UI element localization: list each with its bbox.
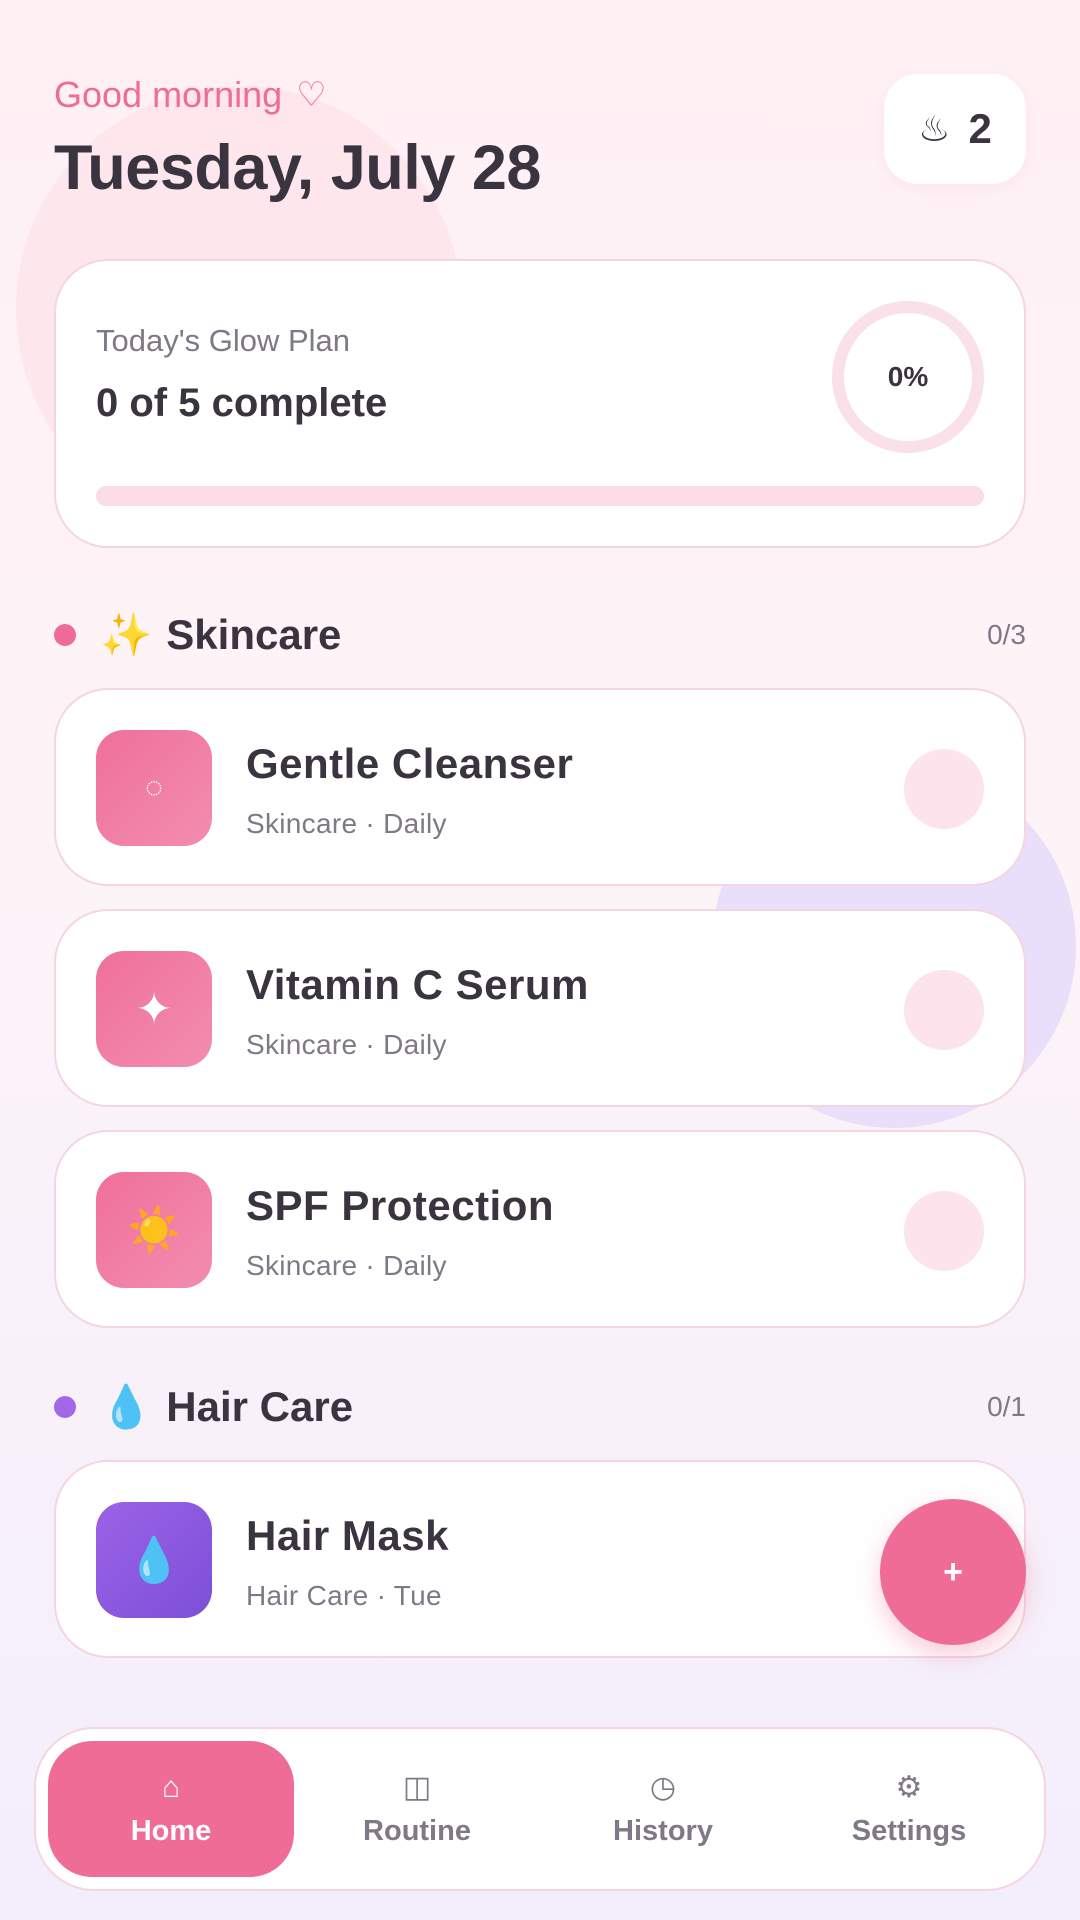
item-meta: Skincare · Daily bbox=[246, 1250, 447, 1281]
bubble-icon: ◌ bbox=[96, 730, 212, 846]
nav-label: History bbox=[613, 1814, 713, 1847]
complete-checkbox[interactable] bbox=[904, 1191, 984, 1271]
sparkles-icon: ✨ bbox=[100, 610, 153, 658]
routine-item-spf-protection[interactable]: ☀️ SPF Protection Skincare · Daily bbox=[54, 1130, 1026, 1328]
section-header-hair-care: 💧 Hair Care 0/1 bbox=[54, 1377, 1026, 1437]
progress-ring: 0% bbox=[832, 301, 984, 453]
home-icon: ⌂ bbox=[161, 1770, 181, 1804]
droplet-icon: 💧 bbox=[100, 1382, 153, 1430]
steam-icon: ♨ bbox=[918, 108, 951, 149]
section-dot bbox=[54, 624, 76, 646]
routine-item-vitamin-c-serum[interactable]: ✦ Vitamin C Serum Skincare · Daily bbox=[54, 909, 1026, 1107]
nav-label: Settings bbox=[851, 1814, 967, 1847]
item-meta: Hair Care · Tue bbox=[246, 1580, 442, 1611]
sparkle-icon: ✦ bbox=[96, 951, 212, 1067]
nav-label: Home bbox=[130, 1814, 212, 1847]
bottom-nav: ⌂ Home ◫ Routine ◷ History ⚙ Settings bbox=[34, 1727, 1046, 1891]
droplet-icon: 💧 bbox=[96, 1502, 212, 1618]
progress-percent: 0% bbox=[887, 361, 929, 392]
sun-icon: ☀️ bbox=[96, 1172, 212, 1288]
section-dot bbox=[54, 1396, 76, 1418]
heart-outline-icon: ♡ bbox=[296, 76, 327, 114]
nav-item-history[interactable]: ◷ History bbox=[540, 1741, 786, 1877]
item-name: Gentle Cleanser bbox=[246, 740, 574, 787]
section-title: Skincare bbox=[166, 611, 342, 658]
nav-item-home[interactable]: ⌂ Home bbox=[48, 1741, 294, 1877]
greeting: Good morning ♡ bbox=[54, 74, 1026, 116]
streak-count: 2 bbox=[968, 105, 992, 152]
nav-label: Routine bbox=[363, 1814, 471, 1847]
nav-item-settings[interactable]: ⚙ Settings bbox=[786, 1741, 1032, 1877]
progress-bar bbox=[96, 486, 984, 506]
item-name: SPF Protection bbox=[246, 1182, 555, 1229]
routine-item-gentle-cleanser[interactable]: ◌ Gentle Cleanser Skincare · Daily bbox=[54, 688, 1026, 886]
item-name: Vitamin C Serum bbox=[246, 961, 589, 1008]
add-routine-button[interactable]: + bbox=[880, 1499, 1026, 1645]
streak-badge[interactable]: ♨ 2 bbox=[884, 74, 1026, 184]
section-progress: 0/1 bbox=[987, 1391, 1026, 1422]
section-header-skincare: ✨ Skincare 0/3 bbox=[54, 605, 1026, 665]
routine-icon: ◫ bbox=[402, 1770, 432, 1804]
item-meta: Skincare · Daily bbox=[246, 808, 447, 839]
gear-icon: ⚙ bbox=[895, 1770, 923, 1804]
nav-item-routine[interactable]: ◫ Routine bbox=[294, 1741, 540, 1877]
greeting-text: Good morning bbox=[54, 74, 283, 115]
item-name: Hair Mask bbox=[246, 1512, 449, 1559]
clock-icon: ◷ bbox=[649, 1770, 677, 1804]
item-meta: Skincare · Daily bbox=[246, 1029, 447, 1060]
complete-checkbox[interactable] bbox=[904, 970, 984, 1050]
plan-summary: 0 of 5 complete bbox=[96, 381, 388, 425]
header: Good morning ♡ Tuesday, July 28 ♨ 2 bbox=[54, 74, 1026, 214]
glow-plan-card: Today's Glow Plan 0 of 5 complete 0% bbox=[54, 259, 1026, 548]
complete-checkbox[interactable] bbox=[904, 749, 984, 829]
plan-title: Today's Glow Plan bbox=[96, 323, 351, 358]
section-progress: 0/3 bbox=[987, 619, 1026, 650]
page-title: Tuesday, July 28 bbox=[54, 133, 541, 203]
section-title: Hair Care bbox=[166, 1383, 354, 1430]
